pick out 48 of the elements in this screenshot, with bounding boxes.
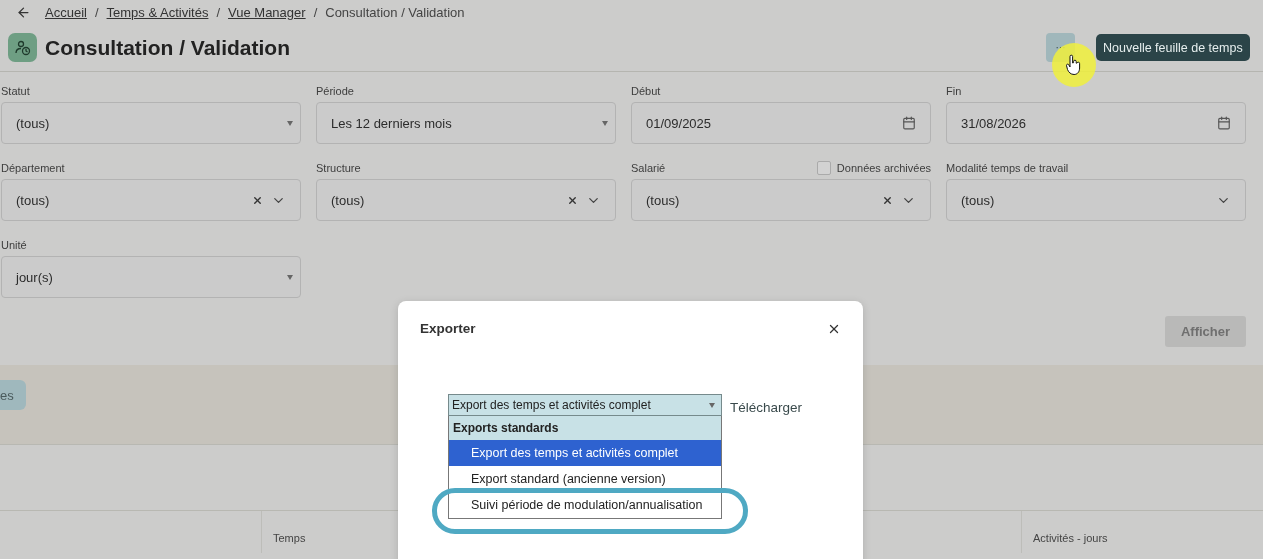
date-field[interactable]: 31/08/2026 (946, 102, 1246, 144)
calendar-icon[interactable] (1217, 116, 1231, 130)
field-label: Modalité temps de travail (946, 162, 1069, 174)
field-label: Fin (946, 85, 962, 97)
select-field[interactable]: (tous) (631, 179, 931, 221)
breadcrumb-link[interactable]: Temps & Activités (106, 4, 209, 20)
field-label: Début (631, 85, 661, 97)
field-label: Département (1, 162, 65, 174)
column-header: Temps (273, 532, 306, 544)
option-group-header: Exports standards (449, 416, 721, 440)
breadcrumb-separator: / (94, 4, 99, 20)
dropdown-arrow-icon (602, 120, 608, 126)
clear-icon[interactable] (567, 194, 578, 206)
select-field[interactable]: (tous) (316, 179, 616, 221)
hand-cursor-icon (1066, 54, 1082, 76)
people-clock-logo-icon (8, 33, 37, 62)
dropdown-arrow-icon (287, 274, 293, 280)
breadcrumb-separator: / (313, 4, 318, 20)
page-title: Consultation / Validation (45, 35, 291, 60)
field-label: Période (316, 85, 354, 97)
select-field[interactable]: (tous) (1, 102, 301, 144)
checkbox-label: Données archivées (836, 162, 931, 174)
calendar-icon[interactable] (902, 116, 916, 130)
clear-icon[interactable] (882, 194, 893, 206)
field-label: Unité (1, 239, 27, 251)
dropdown-option[interactable]: Export des temps et activités complet (449, 440, 721, 466)
field-label: Statut (1, 85, 30, 97)
breadcrumb-link[interactable]: Accueil (45, 4, 87, 20)
current-page-label: Consultation / Validation (325, 4, 465, 20)
column-header: Activités - jours (1033, 532, 1108, 544)
field-label: Structure (316, 162, 361, 174)
partial-button[interactable]: es (0, 380, 26, 410)
dropdown-arrow-icon (709, 402, 715, 408)
select-field[interactable]: Les 12 derniers mois (316, 102, 616, 144)
clear-icon[interactable] (252, 194, 263, 206)
dialog-title: Exporter (420, 321, 476, 336)
date-field[interactable]: 01/09/2025 (631, 102, 931, 144)
export-select[interactable]: Export des temps et activités complet (448, 394, 722, 416)
breadcrumb-link[interactable]: Vue Manager (228, 4, 306, 20)
select-field[interactable]: (tous) (946, 179, 1246, 221)
select-field[interactable]: jour(s) (1, 256, 301, 298)
breadcrumb-separator: / (216, 4, 221, 20)
download-link[interactable]: Télécharger (730, 400, 803, 415)
checkbox[interactable] (816, 161, 831, 175)
select-field[interactable]: (tous) (1, 179, 301, 221)
dropdown-arrow-icon (287, 120, 293, 126)
tooltip: Nouvelle feuille de temps (1096, 34, 1250, 61)
field-label: Salarié (631, 162, 666, 174)
